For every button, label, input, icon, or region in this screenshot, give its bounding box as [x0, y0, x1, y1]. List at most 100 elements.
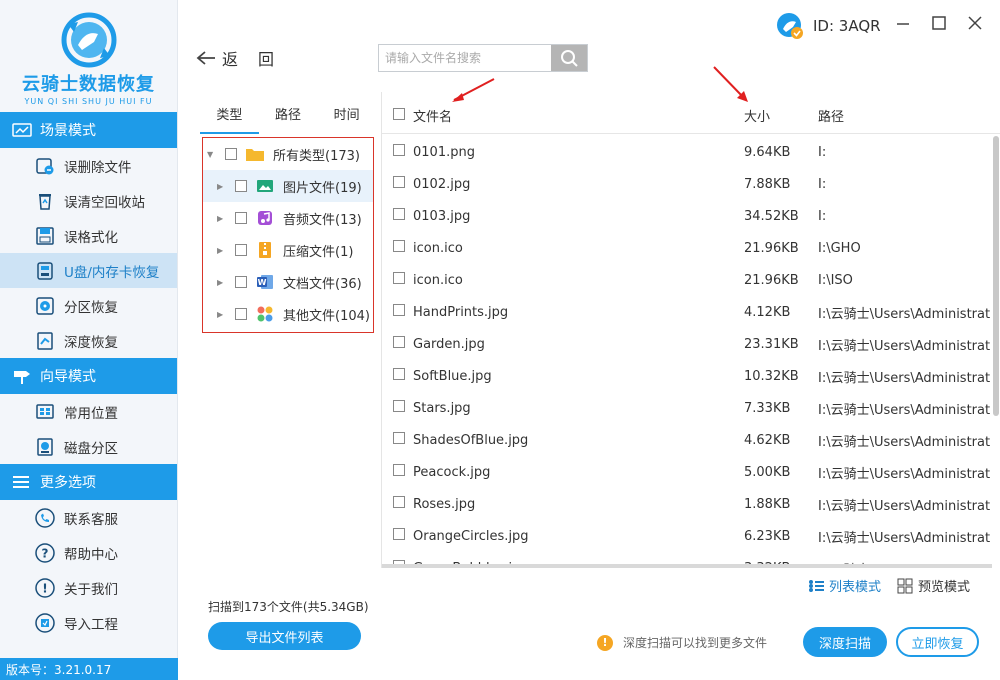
expand-caret-icon[interactable]: ▶	[217, 278, 225, 287]
sidebar-item[interactable]: 分区恢复	[0, 288, 177, 323]
table-row[interactable]: icon.ico 21.96KB I:\GHO	[382, 232, 990, 264]
table-row[interactable]: 0103.jpg 34.52KB I:	[382, 200, 990, 232]
sidebar-item[interactable]: U盘/内存卡恢复	[0, 253, 177, 288]
row-checkbox[interactable]	[393, 528, 405, 540]
row-checkbox[interactable]	[393, 240, 405, 252]
sidebar-item[interactable]: 误格式化	[0, 218, 177, 253]
tree-item[interactable]: ▶ 音频文件(13)	[203, 202, 373, 234]
expand-caret-icon[interactable]: ▶	[217, 246, 225, 255]
row-checkbox[interactable]	[393, 336, 405, 348]
app-subtitle: YUN QI SHI SHU JU HUI FU	[24, 97, 153, 106]
row-checkbox[interactable]	[393, 208, 405, 220]
row-checkbox[interactable]	[393, 304, 405, 316]
column-size[interactable]: 大小	[744, 106, 818, 125]
scene-icon	[12, 120, 36, 140]
tree-item-label: 图片文件(19)	[283, 180, 362, 196]
sidebar-item-label: 误清空回收站	[64, 194, 145, 211]
user-id[interactable]: ID: 3AQR	[776, 12, 881, 40]
sidebar-item[interactable]: ? 帮助中心	[0, 535, 177, 570]
tree-item[interactable]: ▶ 其他文件(104)	[203, 298, 373, 330]
close-icon[interactable]	[966, 14, 984, 32]
back-arrow-icon	[196, 51, 215, 65]
audio-icon	[255, 209, 275, 227]
tree-checkbox[interactable]	[235, 212, 247, 224]
sidebar-item[interactable]: 磁盘分区	[0, 429, 177, 464]
table-row[interactable]: Garden.jpg 23.31KB I:\云骑士\Users\Administra…	[382, 328, 990, 360]
expand-caret-icon[interactable]: ▶	[217, 310, 225, 319]
sidebar-item[interactable]: 误删除文件	[0, 148, 177, 183]
row-checkbox[interactable]	[393, 272, 405, 284]
tree-checkbox[interactable]	[225, 148, 237, 160]
search-button[interactable]	[551, 45, 587, 71]
table-row[interactable]: HandPrints.jpg 4.12KB I:\云骑士\Users\Adminis…	[382, 296, 990, 328]
row-checkbox[interactable]	[393, 176, 405, 188]
tree-checkbox[interactable]	[235, 244, 247, 256]
search-input[interactable]	[379, 45, 551, 71]
table-row[interactable]: Peacock.jpg 5.00KB I:\云骑士\Users\Administra…	[382, 456, 990, 488]
table-row[interactable]: 0101.png 9.64KB I:	[382, 136, 990, 168]
sidebar-item[interactable]: ! 关于我们	[0, 570, 177, 605]
table-row[interactable]: Stars.jpg 7.33KB I:\云骑士\Users\Administrato…	[382, 392, 990, 424]
row-checkbox[interactable]	[393, 368, 405, 380]
back-label-2: 回	[258, 50, 275, 69]
table-row[interactable]: SoftBlue.jpg 10.32KB I:\云骑士\Users\Administ…	[382, 360, 990, 392]
tab-path[interactable]: 路径	[259, 100, 318, 134]
sidebar-item-label: U盘/内存卡恢复	[64, 264, 160, 281]
user-id-text: ID: 3AQR	[813, 17, 881, 35]
deleted-file-icon	[34, 155, 56, 177]
expand-caret-icon[interactable]: ▶	[217, 182, 225, 191]
svg-text:W: W	[258, 278, 267, 287]
deep-scan-hint: ! 深度扫描可以找到更多文件	[597, 634, 767, 651]
maximize-icon[interactable]	[930, 14, 948, 32]
row-checkbox[interactable]	[393, 496, 405, 508]
sidebar-item[interactable]: 导入工程	[0, 605, 177, 640]
file-name: 0101.png	[413, 144, 475, 160]
tree-item[interactable]: ▶ 压缩文件(1)	[203, 234, 373, 266]
sidebar-item[interactable]: 常用位置	[0, 394, 177, 429]
sidebar-item[interactable]: 误清空回收站	[0, 183, 177, 218]
table-row[interactable]: ShadesOfBlue.jpg 4.62KB I:\云骑士\Users\Admin…	[382, 424, 990, 456]
sidebar-item[interactable]: 深度恢复	[0, 323, 177, 358]
import-icon	[34, 612, 56, 634]
export-list-button[interactable]: 导出文件列表	[208, 622, 361, 650]
expand-caret-icon[interactable]: ▶	[217, 214, 225, 223]
preview-mode-button[interactable]: 预览模式	[897, 576, 970, 595]
list-mode-button[interactable]: 列表模式	[808, 576, 881, 595]
table-row[interactable]: OrangeCircles.jpg 6.23KB I:\云骑士\Users\Admi…	[382, 520, 990, 552]
minimize-icon[interactable]	[894, 14, 912, 32]
scan-summary: 扫描到173个文件(共5.34GB)	[208, 600, 369, 614]
select-all-checkbox[interactable]	[393, 107, 405, 120]
hint-text: 深度扫描可以找到更多文件	[623, 636, 768, 650]
vertical-scrollbar[interactable]	[993, 136, 999, 416]
tab-type[interactable]: 类型	[200, 100, 259, 134]
table-row[interactable]: Roses.jpg 1.88KB I:\云骑士\Users\Administrato…	[382, 488, 990, 520]
help-icon: ?	[34, 542, 56, 564]
table-row[interactable]: icon.ico 21.96KB I:\ISO	[382, 264, 990, 296]
recover-now-button[interactable]: 立即恢复	[896, 627, 979, 657]
table-row[interactable]: GreenBubbles.jpg3.32KBI:\云骑士\Users\Admin…	[382, 552, 990, 564]
tree-item[interactable]: ▶ 图片文件(19)	[203, 170, 373, 202]
tree-item[interactable]: ▶ W 文档文件(36)	[203, 266, 373, 298]
file-path: I:\ISO	[818, 272, 853, 288]
tree-checkbox[interactable]	[235, 180, 247, 192]
tree-item[interactable]: ▼ 所有类型(173)	[203, 138, 373, 170]
table-row[interactable]: 0102.jpg 7.88KB I:	[382, 168, 990, 200]
column-name[interactable]: 文件名	[413, 106, 744, 125]
back-button[interactable]: 返 回	[196, 46, 274, 70]
recycle-bin-icon	[34, 190, 56, 212]
other-icon	[255, 305, 275, 323]
tree-checkbox[interactable]	[235, 308, 247, 320]
row-checkbox[interactable]	[393, 400, 405, 412]
row-checkbox[interactable]	[393, 432, 405, 444]
expand-caret-icon[interactable]: ▼	[207, 150, 215, 159]
file-name: OrangeCircles.jpg	[413, 528, 529, 544]
deep-scan-button[interactable]: 深度扫描	[803, 627, 887, 657]
row-checkbox[interactable]	[393, 464, 405, 476]
column-path[interactable]: 路径	[818, 106, 1000, 125]
horizontal-scrollbar[interactable]	[382, 564, 992, 568]
row-checkbox[interactable]	[393, 144, 405, 156]
file-type-tree: ▼ 所有类型(173) ▶ 图片文件(19) ▶ 音频文件(13) ▶ 压缩文件(1) ▶ W 文档…	[202, 137, 374, 333]
tab-time[interactable]: 时间	[317, 100, 376, 134]
sidebar-item[interactable]: 联系客服	[0, 500, 177, 535]
tree-checkbox[interactable]	[235, 276, 247, 288]
